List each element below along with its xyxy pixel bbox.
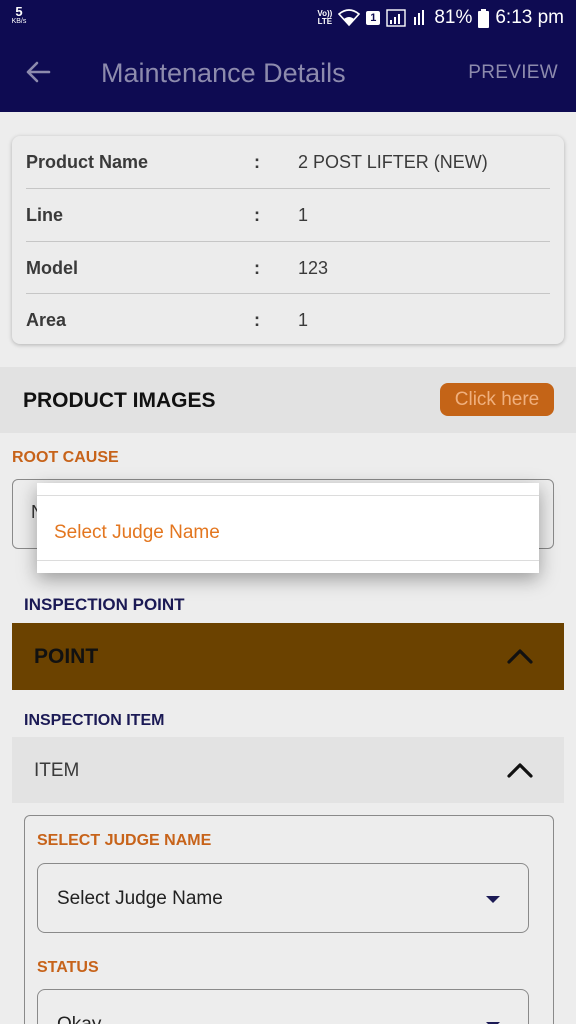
- back-button[interactable]: [20, 56, 56, 92]
- detail-separator: :: [254, 257, 260, 278]
- detail-separator: :: [254, 204, 260, 225]
- dialog-divider-top: [37, 495, 539, 496]
- signal-icon: [386, 9, 407, 27]
- detail-value: 1: [298, 309, 309, 330]
- judge-select-dialog: Select Judge Name: [37, 483, 539, 573]
- sim-badge: 1: [366, 11, 381, 25]
- roaming-signal-icon: [412, 9, 428, 27]
- detail-row-area: Area : 1: [26, 294, 550, 346]
- dialog-option-select-judge[interactable]: Select Judge Name: [54, 522, 220, 544]
- chevron-up-icon: [506, 647, 534, 665]
- item-title: ITEM: [34, 760, 80, 781]
- inspection-point-label: INSPECTION POINT: [24, 595, 185, 614]
- detail-row-line: Line : 1: [26, 189, 550, 241]
- detail-separator: :: [254, 309, 260, 330]
- product-details-card: Product Name : 2 POST LIFTER (NEW) Line …: [12, 136, 564, 344]
- point-title: POINT: [34, 645, 99, 668]
- item-accordion-header[interactable]: ITEM: [12, 737, 564, 803]
- battery-icon: [478, 8, 490, 28]
- click-here-button[interactable]: Click here: [440, 383, 554, 416]
- product-images-bar: PRODUCT IMAGES Click here: [0, 367, 576, 433]
- volte-icon: Vo)) LTE: [317, 9, 333, 26]
- arrow-left-icon: [25, 61, 51, 88]
- detail-label: Area: [26, 309, 67, 330]
- wifi-icon: [338, 9, 361, 27]
- battery-percent: 81%: [434, 7, 473, 28]
- network-speed-unit: KB/s: [11, 18, 27, 25]
- detail-row-model: Model : 123: [26, 242, 550, 294]
- product-images-title: PRODUCT IMAGES: [23, 389, 216, 412]
- status-bar: 5 KB/s Vo)) LTE 1 81% 6:13 pm: [0, 0, 576, 36]
- inspection-item-label: INSPECTION ITEM: [24, 712, 165, 729]
- network-speed-value: 5: [15, 4, 23, 19]
- network-speed: 5 KB/s: [8, 5, 30, 25]
- inspection-item-card: SELECT JUDGE NAME Select Judge Name STAT…: [24, 815, 554, 1024]
- judge-name-value: Select Judge Name: [57, 888, 223, 909]
- detail-value: 1: [298, 204, 309, 225]
- dropdown-caret-icon: [486, 896, 500, 903]
- detail-value: 2 POST LIFTER (NEW): [298, 151, 488, 172]
- detail-row-product-name: Product Name : 2 POST LIFTER (NEW): [26, 136, 550, 188]
- select-judge-label: SELECT JUDGE NAME: [37, 832, 212, 849]
- chevron-up-icon: [506, 761, 534, 779]
- point-accordion-header[interactable]: POINT: [12, 623, 564, 690]
- detail-value: 123: [298, 257, 329, 278]
- detail-label: Line: [26, 204, 64, 225]
- judge-name-dropdown[interactable]: Select Judge Name: [37, 863, 529, 933]
- detail-separator: :: [254, 151, 260, 172]
- detail-label: Product Name: [26, 151, 149, 172]
- status-label: STATUS: [37, 959, 99, 976]
- status-icons: Vo)) LTE 1 81% 6:13 pm: [317, 6, 564, 30]
- app-bar: Maintenance Details PREVIEW: [0, 36, 576, 112]
- page-title: Maintenance Details: [101, 58, 346, 88]
- root-cause-label: ROOT CAUSE: [12, 449, 119, 466]
- detail-label: Model: [26, 257, 78, 278]
- preview-button[interactable]: PREVIEW: [468, 62, 558, 84]
- status-dropdown[interactable]: Okay: [37, 989, 529, 1024]
- clock: 6:13 pm: [495, 7, 564, 28]
- dialog-divider-bottom: [37, 560, 539, 561]
- status-value: Okay: [57, 1014, 101, 1024]
